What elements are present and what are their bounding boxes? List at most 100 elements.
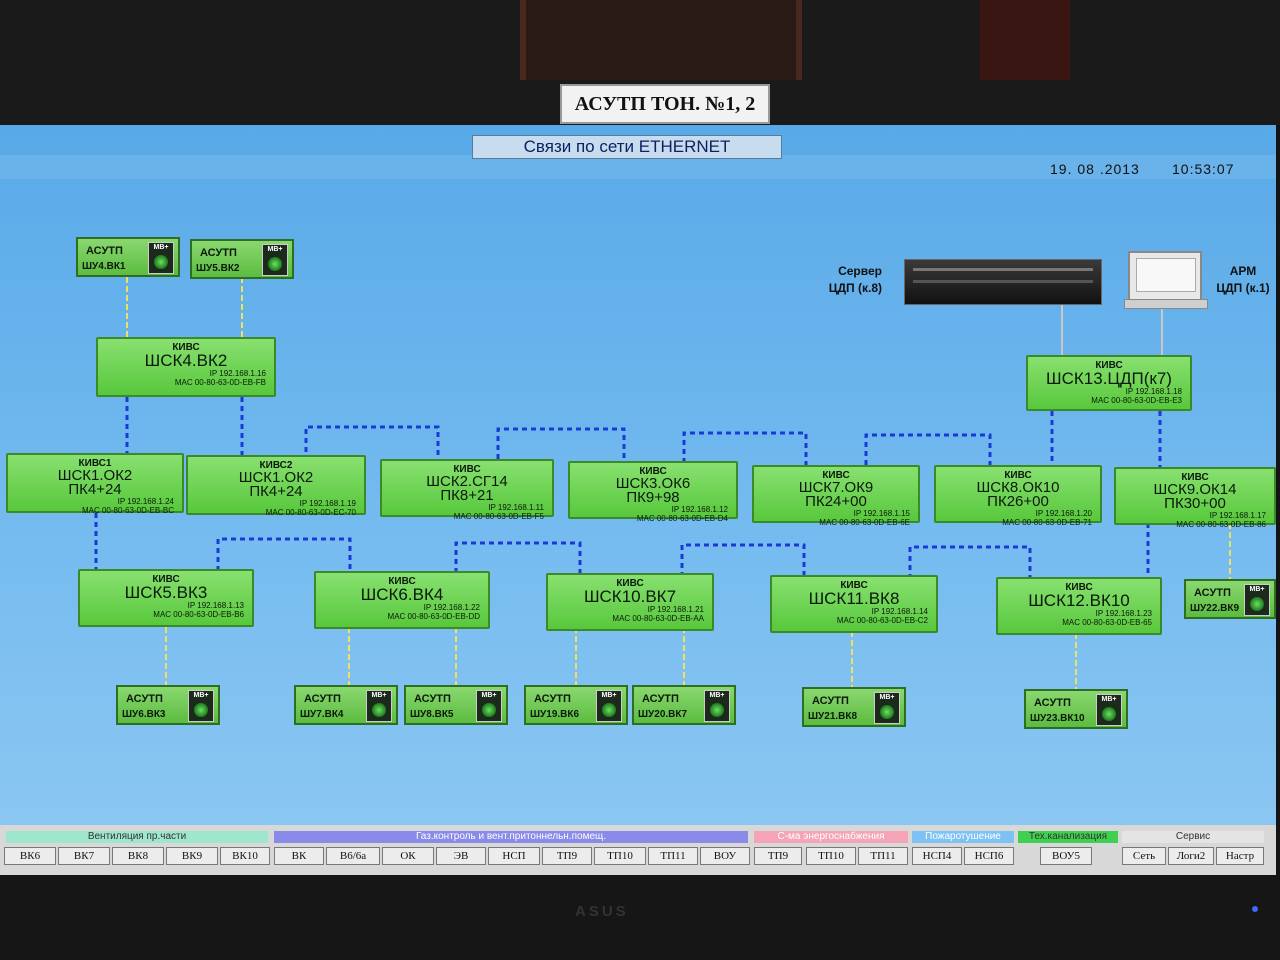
kivs-box-shsk9[interactable]: КИВС ШСК9.ОК14 ПК30+00 IP 192.168.1.17 M… xyxy=(1114,467,1276,529)
box-ip: IP 192.168.1.22 xyxy=(423,603,480,612)
asutp-title: АСУТП xyxy=(1194,587,1231,599)
mb-module-icon: МВ+ xyxy=(1096,694,1122,726)
box-name: ШСК6.ВК4 xyxy=(360,585,444,604)
asutp-shu4[interactable]: АСУТП ШУ4.ВК1 МВ+ xyxy=(76,237,180,277)
box-mac: MAC 00-80-63-0D-EB-6E xyxy=(819,518,910,527)
mb-label: МВ+ xyxy=(879,694,895,701)
asutp-shu22[interactable]: АСУТП ШУ22.ВК9 МВ+ xyxy=(1184,579,1276,619)
asutp-shu20[interactable]: АСУТП ШУ20.ВК7 МВ+ xyxy=(632,685,736,725)
kivs-box-shsk12[interactable]: КИВС ШСК12.ВК10 IP 192.168.1.23 MAC 00-8… xyxy=(996,577,1162,635)
box-pk: ПК8+21 xyxy=(440,487,494,504)
kivs-box-shsk10[interactable]: КИВС ШСК10.ВК7 IP 192.168.1.21 MAC 00-80… xyxy=(546,573,714,631)
box-name: ШСК12.ВК10 xyxy=(1028,591,1130,610)
box-pk: ПК4+24 xyxy=(68,481,122,498)
box-pk: ПК26+00 xyxy=(987,493,1049,510)
box-mac: MAC 00-80-63-0D-EC-70 xyxy=(265,508,356,517)
kivs-box-shsk6[interactable]: КИВС ШСК6.ВК4 IP 192.168.1.22 MAC 00-80-… xyxy=(314,571,490,629)
kivs-box-shsk1-2[interactable]: КИВС2 ШСК1.ОК2 ПК4+24 IP 192.168.1.19 MA… xyxy=(186,455,366,517)
nav-button-tp11[interactable]: ТП11 xyxy=(648,847,698,865)
nav-button-vk9[interactable]: ВК9 xyxy=(166,847,218,865)
status-led-icon xyxy=(194,703,208,717)
nav-button-vk[interactable]: ВК xyxy=(274,847,324,865)
box-ip: IP 192.168.1.18 xyxy=(1125,387,1182,396)
asutp-id: ШУ5.ВК2 xyxy=(196,263,240,274)
nav-button-v6-6a[interactable]: В6/6а xyxy=(326,847,380,865)
kivs-box-shsk5[interactable]: КИВС ШСК5.ВК3 IP 192.168.1.13 MAC 00-80-… xyxy=(78,569,254,627)
asutp-shu8[interactable]: АСУТП ШУ8.ВК5 МВ+ xyxy=(404,685,508,725)
nav-button-nsp6[interactable]: НСП6 xyxy=(964,847,1014,865)
nav-button-power-tp11[interactable]: ТП11 xyxy=(858,847,908,865)
box-ip: IP 192.168.1.17 xyxy=(1209,511,1266,520)
box-name: ШСК13.ЦДП(к7) xyxy=(1046,369,1172,388)
nav-button-nsp4[interactable]: НСП4 xyxy=(912,847,962,865)
status-led-icon xyxy=(880,705,894,719)
mb-module-icon: МВ+ xyxy=(704,690,730,722)
nav-button-network[interactable]: Сеть xyxy=(1122,847,1166,865)
kivs-box-shsk8[interactable]: КИВС ШСК8.ОК10 ПК26+00 IP 192.168.1.20 M… xyxy=(934,465,1102,527)
mb-label: МВ+ xyxy=(193,692,209,699)
box-mac: MAC 00-80-63-0D-EB-FB xyxy=(174,378,266,387)
nav-button-ev[interactable]: ЭВ xyxy=(436,847,486,865)
asutp-title: АСУТП xyxy=(534,693,571,705)
kivs-box-shsk11[interactable]: КИВС ШСК11.ВК8 IP 192.168.1.14 MAC 00-80… xyxy=(770,575,938,633)
nav-button-vk7[interactable]: ВК7 xyxy=(58,847,110,865)
box-mac: MAC 00-80-63-0D-EB-B6 xyxy=(153,610,244,619)
mb-module-icon: МВ+ xyxy=(262,244,288,276)
box-ip: IP 192.168.1.12 xyxy=(671,505,728,514)
label-plate: АСУТП ТОН. №1, 2 xyxy=(560,84,770,124)
asutp-shu6[interactable]: АСУТП ШУ6.ВК3 МВ+ xyxy=(116,685,220,725)
nav-button-ok[interactable]: ОК xyxy=(382,847,434,865)
asutp-id: ШУ23.ВК10 xyxy=(1030,713,1085,724)
server-label: Сервер ЦДП (к.8) xyxy=(806,263,882,297)
nav-button-vou[interactable]: ВОУ xyxy=(700,847,750,865)
mb-label: МВ+ xyxy=(153,244,169,251)
nav-button-tp10[interactable]: ТП10 xyxy=(594,847,646,865)
kivs-box-shsk2[interactable]: КИВС ШСК2.СГ14 ПК8+21 IP 192.168.1.11 MA… xyxy=(380,459,554,521)
mb-label: МВ+ xyxy=(481,692,497,699)
server-icon[interactable] xyxy=(904,259,1102,305)
link-eth-8 xyxy=(864,433,992,467)
box-ip: IP 192.168.1.16 xyxy=(209,369,266,378)
asutp-title: АСУТП xyxy=(812,695,849,707)
mb-label: МВ+ xyxy=(267,246,283,253)
nav-button-vk8[interactable]: ВК8 xyxy=(112,847,164,865)
kivs-box-shsk3[interactable]: КИВС ШСК3.ОК6 ПК9+98 IP 192.168.1.12 MAC… xyxy=(568,461,738,523)
mb-module-icon: МВ+ xyxy=(476,690,502,722)
asutp-shu5[interactable]: АСУТП ШУ5.ВК2 МВ+ xyxy=(190,239,294,279)
kivs-box-shsk7[interactable]: КИВС ШСК7.ОК9 ПК24+00 IP 192.168.1.15 MA… xyxy=(752,465,920,527)
mb-module-icon: МВ+ xyxy=(874,692,900,724)
nav-button-settings[interactable]: Настр xyxy=(1216,847,1264,865)
nav-button-tp9[interactable]: ТП9 xyxy=(542,847,592,865)
asutp-id: ШУ19.ВК6 xyxy=(530,709,580,720)
asutp-id: ШУ6.ВК3 xyxy=(122,709,166,720)
asutp-shu7[interactable]: АСУТП ШУ7.ВК4 МВ+ xyxy=(294,685,398,725)
nav-button-nsp[interactable]: НСП xyxy=(488,847,540,865)
nav-button-vk10[interactable]: ВК10 xyxy=(220,847,270,865)
nav-button-power-tp9[interactable]: ТП9 xyxy=(754,847,802,865)
box-ip: IP 192.168.1.24 xyxy=(117,497,174,506)
asutp-shu19[interactable]: АСУТП ШУ19.ВК6 МВ+ xyxy=(524,685,628,725)
kivs-box-shsk1-1[interactable]: КИВС1 ШСК1.ОК2 ПК4+24 IP 192.168.1.24 MA… xyxy=(6,453,184,515)
asutp-shu23[interactable]: АСУТП ШУ23.ВК10 МВ+ xyxy=(1024,689,1128,729)
box-mac: MAC 00-80-63-0D-EB-C2 xyxy=(836,616,928,625)
nav-button-logs[interactable]: Логи2 xyxy=(1168,847,1214,865)
nav-button-power-tp10[interactable]: ТП10 xyxy=(806,847,856,865)
background-door xyxy=(520,0,802,80)
workstation-icon[interactable] xyxy=(1128,251,1202,301)
group-header-fire: Пожаротушение xyxy=(912,831,1014,843)
mb-module-icon: МВ+ xyxy=(148,242,174,274)
box-pk: ПК4+24 xyxy=(249,483,303,500)
asutp-id: ШУ7.ВК4 xyxy=(300,709,344,720)
nav-button-vk6[interactable]: ВК6 xyxy=(4,847,56,865)
power-led-icon xyxy=(1252,906,1258,912)
group-header-ventilation: Вентиляция пр.части xyxy=(6,831,268,843)
box-mac: MAC 00-80-63-0D-EB-71 xyxy=(1002,518,1092,527)
box-mac: MAC 00-80-63-0D-EB-DD xyxy=(387,612,480,621)
asutp-shu21[interactable]: АСУТП ШУ21.ВК8 МВ+ xyxy=(802,687,906,727)
nav-button-vou5[interactable]: ВОУ5 xyxy=(1040,847,1092,865)
link-eth-11 xyxy=(216,537,352,571)
kivs-box-shsk4[interactable]: КИВС ШСК4.ВК2 IP 192.168.1.16 MAC 00-80-… xyxy=(96,337,276,397)
kivs-box-shsk13[interactable]: КИВС ШСК13.ЦДП(к7) IP 192.168.1.18 MAC 0… xyxy=(1026,355,1192,411)
group-header-service: Сервис xyxy=(1122,831,1264,843)
mb-module-icon: МВ+ xyxy=(1244,584,1270,616)
